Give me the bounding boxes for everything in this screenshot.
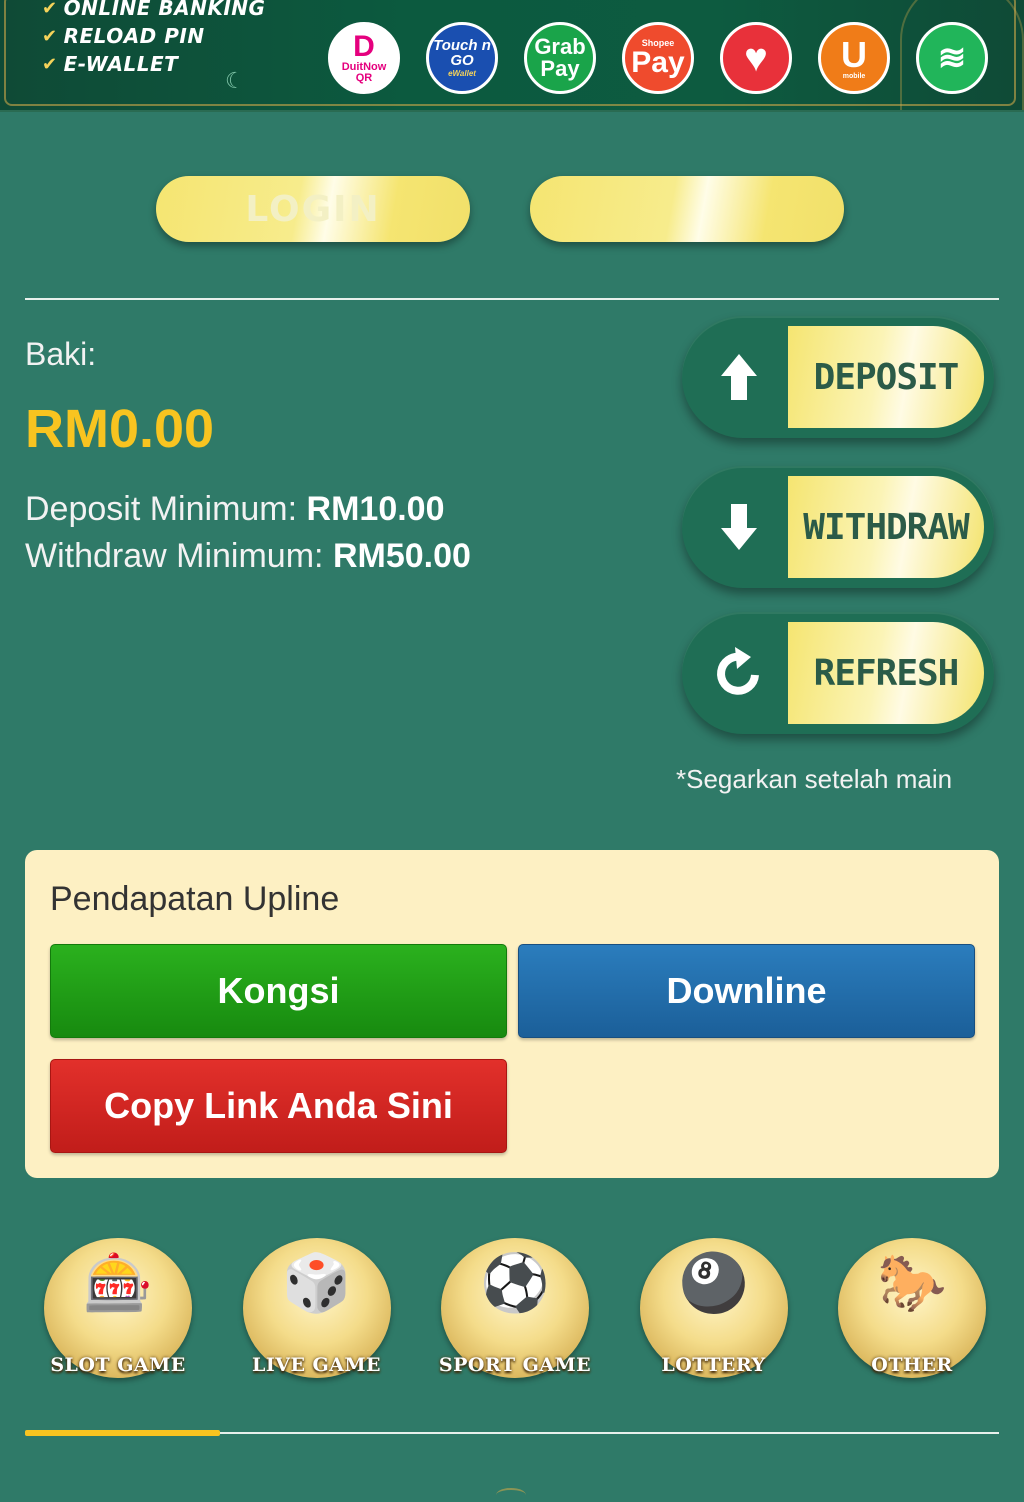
payment-logos: D DuitNow QR Touch n GO eWallet Grab Pay…: [328, 22, 988, 94]
register-button[interactable]: [530, 176, 844, 242]
boost-logo-icon: ♥: [720, 22, 792, 94]
deposit-minimum: Deposit Minimum: RM10.00: [25, 490, 445, 529]
feature-reload-pin: ✔ RELOAD PIN: [42, 22, 265, 50]
withdraw-label: WITHDRAW: [788, 476, 984, 578]
upline-title: Pendapatan Upline: [50, 880, 340, 918]
crescent-moon-icon: ☾: [225, 68, 245, 93]
downline-button[interactable]: Downline: [518, 944, 975, 1038]
logo-text: Touch n GO: [433, 37, 491, 69]
horse-racing-icon: 🐎: [877, 1251, 947, 1314]
touch-n-go-logo-icon: Touch n GO eWallet: [426, 22, 498, 94]
umobile-logo-icon: U mobile: [818, 22, 890, 94]
share-button[interactable]: Kongsi: [50, 944, 507, 1038]
game-categories: 🎰 SLOT GAME 🎲 LIVE GAME ⚽ SPORT GAME 🎱 L…: [30, 1230, 1000, 1390]
game-live[interactable]: 🎲 LIVE GAME: [229, 1230, 405, 1390]
deposit-minimum-value: RM10.00: [306, 490, 445, 528]
withdraw-minimum-value: RM50.00: [332, 537, 471, 575]
balance-value: RM0.00: [25, 399, 215, 459]
arrow-down-icon: [704, 492, 774, 562]
balance-label: Baki:: [25, 336, 97, 372]
check-icon: ✔: [42, 25, 58, 47]
refresh-button[interactable]: REFRESH: [682, 612, 994, 734]
deposit-minimum-label: Deposit Minimum:: [25, 490, 298, 528]
slot-machine-icon: 🎰: [83, 1251, 153, 1314]
logo-text: U: [841, 33, 867, 75]
logo-text: ♥: [744, 36, 768, 80]
grabpay-logo-icon: Grab Pay: [524, 22, 596, 94]
lottery-balls-icon: 🎱: [678, 1251, 749, 1314]
check-icon: ✔: [42, 0, 58, 19]
deposit-label: DEPOSIT: [788, 326, 984, 428]
refresh-hint: *Segarkan setelah main: [676, 764, 953, 794]
logo-subtext: eWallet: [448, 69, 476, 78]
withdraw-minimum-label: Withdraw Minimum:: [25, 537, 324, 575]
game-label: SPORT GAME: [438, 1354, 592, 1376]
feature-label: E-WALLET: [63, 52, 179, 76]
soccer-icon: ⚽: [480, 1251, 550, 1314]
maxis-logo-icon: ≋: [916, 22, 988, 94]
games-scroll-indicator[interactable]: [25, 1430, 220, 1436]
game-label: OTHER: [871, 1354, 953, 1376]
check-icon: ✔: [42, 53, 58, 75]
logo-subtext: QR: [355, 72, 373, 84]
logo-text: Pay: [631, 45, 685, 79]
duitnow-logo-icon: D DuitNow QR: [328, 22, 400, 94]
game-slot[interactable]: 🎰 SLOT GAME: [30, 1230, 206, 1390]
game-label: SLOT GAME: [50, 1354, 186, 1376]
logo-text: ≋: [937, 39, 967, 77]
feature-label: ONLINE BANKING: [63, 0, 266, 20]
feature-online-banking: ✔ ONLINE BANKING: [42, 0, 265, 22]
refresh-label: REFRESH: [788, 622, 984, 724]
divider: [25, 298, 999, 300]
game-label: LOTTERY: [661, 1354, 766, 1376]
copy-link-button[interactable]: Copy Link Anda Sini: [50, 1059, 507, 1153]
game-sport[interactable]: ⚽ SPORT GAME: [427, 1230, 603, 1390]
game-other[interactable]: 🐎 OTHER: [824, 1230, 1000, 1390]
game-lottery[interactable]: 🎱 LOTTERY: [626, 1230, 802, 1390]
roulette-icon: 🎲: [281, 1251, 352, 1314]
refresh-icon: [704, 638, 774, 708]
logo-text: Grab Pay: [534, 34, 586, 81]
upline-card: Pendapatan Upline Kongsi Downline Copy L…: [25, 850, 999, 1178]
withdraw-minimum: Withdraw Minimum: RM50.00: [25, 537, 471, 576]
game-label: LIVE GAME: [251, 1354, 382, 1376]
banner-features: ✔ ONLINE BANKING ✔ RELOAD PIN ✔ E-WALLET: [42, 0, 265, 78]
deposit-button[interactable]: DEPOSIT: [682, 316, 994, 438]
shopeepay-logo-icon: Shopee Pay: [622, 22, 694, 94]
arrow-up-icon: [704, 342, 774, 412]
feature-label: RELOAD PIN: [63, 24, 205, 48]
withdraw-button[interactable]: WITHDRAW: [682, 466, 994, 588]
logo-subtext: mobile: [842, 72, 866, 80]
payment-banner: ✔ ONLINE BANKING ✔ RELOAD PIN ✔ E-WALLET…: [0, 0, 1024, 112]
login-button[interactable]: LOGIN: [156, 176, 470, 242]
